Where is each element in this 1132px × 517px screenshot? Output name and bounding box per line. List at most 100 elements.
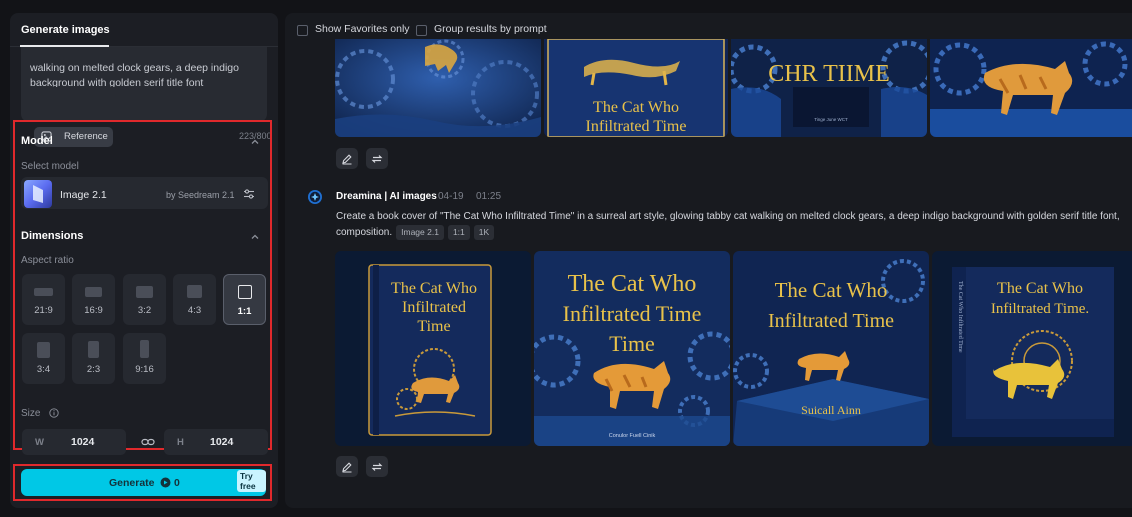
regenerate-button[interactable] bbox=[366, 148, 388, 169]
group-checkbox[interactable] bbox=[416, 25, 427, 36]
generate-cost: 0 bbox=[174, 477, 180, 489]
cover-title-line: Infiltrated Time bbox=[768, 310, 894, 332]
cover-title-line: Infiltrated Time. bbox=[991, 301, 1089, 317]
results-panel: Show Favorites only Group results by pro… bbox=[285, 13, 1132, 508]
link-icon[interactable] bbox=[141, 436, 155, 448]
edit-button[interactable] bbox=[336, 456, 358, 477]
prompt-line-2: composition. Image 2.1 1:1 1K bbox=[336, 225, 1126, 241]
ratio-shape bbox=[136, 286, 153, 298]
cover-title-line: CHR TIIME bbox=[768, 61, 890, 87]
cover-footer: Suicall Ainn bbox=[801, 403, 861, 417]
ratio-21-9[interactable]: 21:9 bbox=[22, 274, 65, 325]
cover-title-line: The Cat Who bbox=[391, 280, 477, 297]
dimensions-section-title: Dimensions bbox=[21, 230, 84, 242]
entry-prompt[interactable]: Create a book cover of "The Cat Who Infi… bbox=[336, 209, 1126, 241]
ratio-label: 9:16 bbox=[135, 364, 154, 375]
result-image-2[interactable]: The Cat Who Infiltrated Time Time Conulo… bbox=[534, 251, 730, 446]
favorites-label[interactable]: Show Favorites only bbox=[315, 23, 410, 35]
dreamina-logo-icon bbox=[308, 190, 322, 204]
favorites-checkbox[interactable] bbox=[297, 25, 308, 36]
result-image-top-3[interactable]: CHR TIIME Tinge June WCT bbox=[731, 39, 927, 137]
ratio-4-3[interactable]: 4:3 bbox=[173, 274, 216, 325]
cover-title-line: Infiltrated Time bbox=[563, 301, 702, 326]
height-key: H bbox=[177, 437, 184, 448]
generate-label: Generate bbox=[109, 477, 155, 489]
edit-button[interactable] bbox=[336, 148, 358, 169]
cover-footer: Conulor Fuell Cinik bbox=[609, 433, 656, 439]
prompt-text[interactable]: walking on melted clock gears, a deep in… bbox=[30, 61, 250, 87]
cover-title-line: Time bbox=[417, 318, 450, 335]
pencil-icon bbox=[342, 154, 352, 165]
cover-artwork: The Cat Who Infiltrated Time bbox=[335, 251, 531, 446]
width-input[interactable]: W 1024 bbox=[22, 429, 126, 455]
tag-model: Image 2.1 bbox=[396, 225, 444, 240]
entry-time: 01:25 bbox=[476, 191, 502, 202]
ratio-9-16[interactable]: 9:16 bbox=[123, 333, 166, 384]
cover-artwork: CHR TIIME Tinge June WCT bbox=[731, 39, 927, 137]
cover-title-line: The Cat Who bbox=[997, 280, 1083, 297]
model-selector[interactable]: Image 2.1 by Seedream 2.1 bbox=[21, 177, 268, 209]
prompt-line: composition. bbox=[336, 227, 393, 238]
model-logo-icon bbox=[33, 185, 43, 203]
result-image-top-1[interactable] bbox=[335, 39, 541, 137]
size-label: Size bbox=[21, 408, 41, 419]
cover-title-line: The Cat Who bbox=[568, 271, 697, 297]
select-model-label: Select model bbox=[21, 161, 79, 172]
chevron-up-icon[interactable] bbox=[250, 232, 260, 242]
prompt-line: Create a book cover of "The Cat Who Infi… bbox=[336, 211, 1120, 222]
cover-artwork: The Cat Who Infiltrated Time The Cat Who… bbox=[932, 251, 1132, 446]
ratio-16-9[interactable]: 16:9 bbox=[72, 274, 115, 325]
settings-highlight-box: Model Select model Image 2.1 by Seedream… bbox=[13, 120, 272, 455]
ratio-3-4[interactable]: 3:4 bbox=[22, 333, 65, 384]
panel-tabbar: Generate images bbox=[10, 13, 278, 47]
ratio-shape bbox=[37, 342, 50, 358]
ratio-label: 2:3 bbox=[86, 364, 101, 375]
ratio-3-2[interactable]: 3:2 bbox=[123, 274, 166, 325]
cover-title-line: The Cat Who bbox=[593, 99, 679, 116]
result-image-3[interactable]: The Cat Who Infiltrated Time Suicall Ain… bbox=[733, 251, 929, 446]
height-value[interactable]: 1024 bbox=[210, 436, 233, 448]
ratio-shape bbox=[187, 285, 202, 298]
ratio-shape bbox=[238, 285, 252, 299]
result-image-top-4[interactable] bbox=[930, 39, 1132, 137]
ratio-shape bbox=[34, 288, 53, 296]
generate-panel: Generate images walking on melted clock … bbox=[10, 13, 278, 508]
cover-artwork bbox=[930, 39, 1132, 137]
generate-highlight-box: Generate 0 Try free bbox=[13, 464, 272, 501]
info-icon[interactable] bbox=[49, 408, 59, 418]
chevron-up-icon[interactable] bbox=[250, 137, 260, 147]
cover-title-line: Infiltrated bbox=[402, 299, 466, 316]
swap-arrows-icon bbox=[371, 463, 383, 471]
sliders-icon[interactable] bbox=[243, 188, 255, 200]
cover-artwork: The Cat Who Infiltrated Time Time Conulo… bbox=[534, 251, 730, 446]
result-image-4[interactable]: The Cat Who Infiltrated Time The Cat Who… bbox=[932, 251, 1132, 446]
cover-artwork: The Cat Who Infiltrated Time Suicall Ain… bbox=[733, 251, 929, 446]
cover-subtitle: Tinge June WCT bbox=[814, 117, 848, 122]
height-input[interactable]: H 1024 bbox=[164, 429, 268, 455]
try-free-badge: Try free bbox=[237, 470, 266, 492]
model-provider: by Seedream 2.1 bbox=[166, 190, 235, 200]
width-value[interactable]: 1024 bbox=[71, 436, 94, 448]
ratio-shape bbox=[140, 340, 149, 358]
pencil-icon bbox=[342, 462, 352, 473]
generate-button[interactable]: Generate 0 Try free bbox=[21, 469, 266, 496]
ratio-2-3[interactable]: 2:3 bbox=[72, 333, 115, 384]
width-key: W bbox=[35, 437, 44, 448]
ratio-shape bbox=[88, 341, 99, 358]
credit-coin-icon bbox=[160, 477, 171, 488]
model-thumbnail bbox=[24, 180, 52, 208]
tag-resolution: 1K bbox=[473, 225, 495, 240]
cover-artwork: The Cat Who Infiltrated Time bbox=[544, 39, 728, 137]
prompt-input[interactable]: walking on melted clock gears, a deep in… bbox=[21, 47, 272, 147]
result-image-1[interactable]: The Cat Who Infiltrated Time bbox=[335, 251, 531, 446]
group-label[interactable]: Group results by prompt bbox=[434, 23, 547, 35]
regenerate-button[interactable] bbox=[366, 456, 388, 477]
ratio-label: 3:2 bbox=[137, 305, 152, 316]
ratio-shape bbox=[85, 287, 102, 297]
swap-arrows-icon bbox=[371, 155, 383, 163]
result-image-top-2[interactable]: The Cat Who Infiltrated Time bbox=[544, 39, 728, 137]
tab-generate-images[interactable]: Generate images bbox=[21, 24, 110, 36]
cover-title-line: Time bbox=[609, 331, 655, 356]
ratio-1-1[interactable]: 1:1 bbox=[223, 274, 266, 325]
cover-title-line: Infiltrated Time bbox=[586, 118, 687, 135]
